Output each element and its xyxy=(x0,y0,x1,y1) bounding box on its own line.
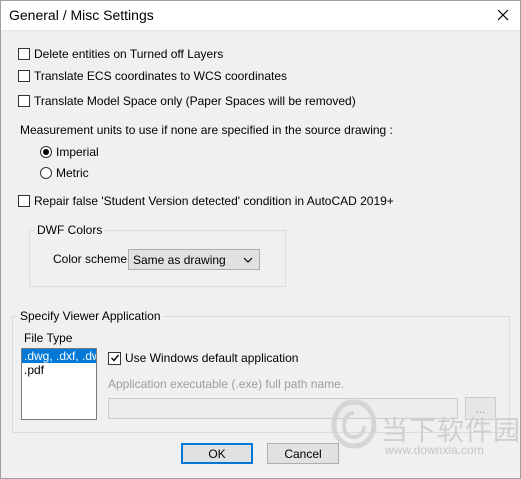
dwf-colors-legend: DWF Colors xyxy=(35,223,105,237)
translate-ecs-label: Translate ECS coordinates to WCS coordin… xyxy=(34,69,288,83)
imperial-option[interactable]: Imperial xyxy=(40,145,99,159)
translate-ecs-option[interactable]: Translate ECS coordinates to WCS coordin… xyxy=(18,69,287,83)
list-item[interactable]: .dwg, .dxf, .dwf xyxy=(22,349,96,363)
repair-label: Repair false 'Student Version detected' … xyxy=(34,194,394,208)
delete-entities-option[interactable]: Delete entities on Turned off Layers xyxy=(18,47,223,61)
watermark-url: www.downxia.com xyxy=(385,443,484,457)
watermark-logo-icon xyxy=(331,399,377,449)
exe-path-label: Application executable (.exe) full path … xyxy=(108,377,345,391)
cancel-button[interactable]: Cancel xyxy=(267,443,339,464)
color-scheme-select[interactable]: Same as drawing xyxy=(128,249,260,270)
metric-radio[interactable] xyxy=(40,167,52,179)
watermark: 当下软件园 www.downxia.com xyxy=(331,393,521,479)
viewer-app-legend: Specify Viewer Application xyxy=(18,309,163,323)
units-label: Measurement units to use if none are spe… xyxy=(20,123,393,137)
file-type-list[interactable]: .dwg, .dxf, .dwf .pdf xyxy=(21,348,97,420)
use-default-option[interactable]: Use Windows default application xyxy=(108,351,298,365)
title-bar: General / Misc Settings xyxy=(0,0,521,31)
window-title: General / Misc Settings xyxy=(9,7,154,23)
translate-ecs-checkbox[interactable] xyxy=(18,70,30,82)
close-icon xyxy=(497,9,509,21)
file-type-label: File Type xyxy=(24,331,73,345)
checkmark-icon xyxy=(110,354,119,362)
imperial-label: Imperial xyxy=(56,145,99,159)
close-button[interactable] xyxy=(485,0,521,30)
repair-checkbox[interactable] xyxy=(18,195,30,207)
metric-label: Metric xyxy=(56,166,89,180)
translate-model-option[interactable]: Translate Model Space only (Paper Spaces… xyxy=(18,94,356,108)
color-scheme-value: Same as drawing xyxy=(133,252,226,267)
repair-option[interactable]: Repair false 'Student Version detected' … xyxy=(18,194,394,208)
translate-model-checkbox[interactable] xyxy=(18,95,30,107)
list-item[interactable]: .pdf xyxy=(22,363,96,377)
chevron-down-icon xyxy=(243,257,253,263)
imperial-radio[interactable] xyxy=(40,146,52,158)
translate-model-label: Translate Model Space only (Paper Spaces… xyxy=(34,94,356,108)
color-scheme-label: Color scheme: xyxy=(53,252,131,266)
delete-entities-label: Delete entities on Turned off Layers xyxy=(34,47,224,61)
metric-option[interactable]: Metric xyxy=(40,166,89,180)
ok-button[interactable]: OK xyxy=(181,443,253,464)
radio-dot xyxy=(43,149,49,155)
delete-entities-checkbox[interactable] xyxy=(18,48,30,60)
use-default-label: Use Windows default application xyxy=(125,351,299,365)
use-default-checkbox[interactable] xyxy=(108,351,121,365)
